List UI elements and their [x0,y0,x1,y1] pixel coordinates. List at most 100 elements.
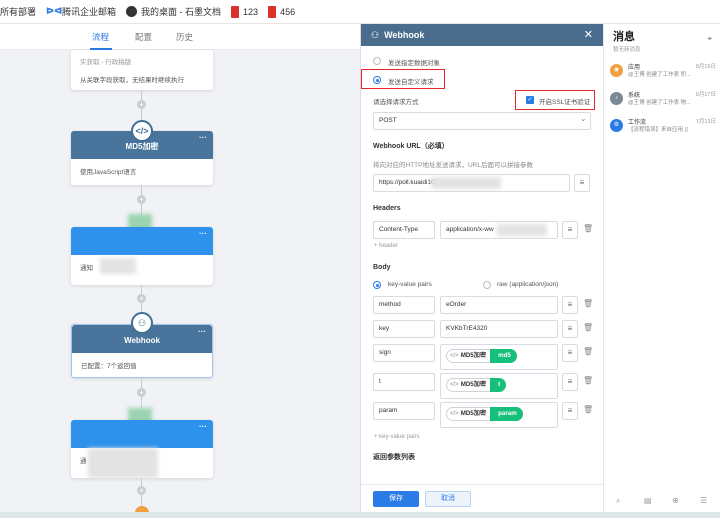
field-picker-button[interactable]: ≡ [562,296,578,314]
node-desc: 通知 [80,265,93,272]
message-time: 7月13日 [695,119,716,125]
headers-label: Headers [373,205,401,212]
radio-key-value-label: key-value pairs [388,281,432,288]
kv-value-input[interactable]: eOrder [440,296,558,314]
field-picker-button[interactable]: ≡ [574,174,590,192]
radio-custom-label: 发送自定义请求 [388,79,434,86]
kv-value-input[interactable]: </> MD5加密 md5 [440,344,558,370]
close-icon[interactable]: ✕ [584,28,593,41]
bookmark-tencent-mail[interactable]: ᐅᐊ 腾讯企业邮箱 [46,5,116,18]
tab-history[interactable]: 历史 [176,31,193,43]
field-picker-button[interactable]: ≡ [562,373,578,391]
trash-icon[interactable]: 🗑 [583,405,593,414]
radio-specific-object[interactable] [373,57,381,65]
message-time: 8月19日 [695,64,716,70]
webhook-drawer: ⚇ Webhook ✕ 发送指定数据对象 发送自定义请求 请选择请求方式 ✓ 开… [360,24,604,518]
add-node-button[interactable]: + [137,100,146,109]
message-item-workflow[interactable]: ⚙ 工作流 7月13日 【流程错误】来自应用 (( [610,117,718,145]
trash-icon[interactable]: 🗑 [583,299,593,308]
search-icon[interactable]: ⌕ [616,496,620,506]
kv-key: param [379,407,398,414]
bookmark-red-icon [268,5,277,18]
bookmark-label: 123 [243,6,259,17]
kv-key-input[interactable]: param [373,402,435,420]
trash-icon[interactable]: 🗑 [583,347,593,356]
workflow-node-get[interactable]: 实获取 - 行政稿版 从关联字段获取，无结果时继续执行 [71,50,213,90]
trash-icon[interactable]: 🗑 [583,376,593,385]
node-desc: 从关联字段获取，无结果时继续执行 [80,77,184,84]
field-tag[interactable]: </> MD5加密 t [446,378,507,392]
method-label: 请选择请求方式 [373,99,419,106]
body-label: Body [373,264,391,271]
node-more-button[interactable]: ··· [198,316,206,348]
bookmark-456[interactable]: 456 [268,5,296,18]
message-text: @王博 创建了工作表 物... [628,100,691,106]
code-icon: </> [450,353,459,359]
field-picker-button[interactable]: ≡ [562,402,578,420]
tencent-mail-icon: ᐅᐊ [46,6,63,16]
node-more-button[interactable]: ··· [199,411,207,443]
kv-key-input[interactable]: t [373,373,435,391]
radio-custom-request[interactable] [373,76,381,84]
drawer-title: Webhook [384,30,425,40]
tag-field-name: t [490,378,507,392]
contacts-icon[interactable]: ▤ [644,496,652,505]
kv-value-input[interactable]: KVKbTrE4320 [440,320,558,338]
message-item-system[interactable]: ♪ 系统 8月17日 @王博 创建了工作表 物... [610,90,718,118]
message-text: 【流程错误】来自应用 (( [628,127,689,133]
trash-icon[interactable]: 🗑 [583,323,593,332]
radio-specific-label: 发送指定数据对象 [388,60,440,67]
field-picker-button[interactable]: ≡ [562,320,578,338]
blurred-region [100,258,136,274]
bookmarks-bar: 所有部署 ᐅᐊ 腾讯企业邮箱 我的桌面 - 石墨文档 123 456 [0,0,720,24]
trash-icon[interactable]: 🗑 [583,224,593,233]
message-item-app[interactable]: ◉ 应用 8月19日 @王博 创建了工作表 积... [610,62,718,90]
menu-icon[interactable]: ☰ [700,496,707,505]
field-picker-button[interactable]: ≡ [562,221,578,239]
workflow-tabs: 流程 配置 历史 [0,24,360,50]
kv-key: t [379,378,381,385]
method-select[interactable]: POST [373,112,591,130]
bookmark-shimo[interactable]: 我的桌面 - 石墨文档 [126,5,221,18]
horizontal-scrollbar[interactable] [0,512,720,518]
save-button[interactable]: 保存 [373,491,419,507]
tab-config[interactable]: 配置 [135,31,152,43]
field-picker-button[interactable]: ≡ [562,344,578,362]
header-key-input[interactable]: Content-Type [373,221,435,239]
drawer-body[interactable]: 发送指定数据对象 发送自定义请求 请选择请求方式 ✓ 开启SSL证书验证 POS… [361,46,601,484]
add-node-button[interactable]: + [137,388,146,397]
field-tag[interactable]: </> MD5加密 param [446,407,523,421]
bookmark-label: 456 [280,6,296,17]
add-node-button[interactable]: + [137,294,146,303]
field-tag[interactable]: </> MD5加密 md5 [446,349,517,363]
header-key: Content-Type [379,226,419,233]
tag-field-name: param [490,407,523,421]
tag-node-name: MD5加密 [460,381,487,388]
kv-key-input[interactable]: key [373,320,435,338]
radio-raw-json[interactable] [483,281,491,289]
add-kv-link[interactable]: + key-value pairs [374,434,420,440]
workflow-node-notify[interactable]: ··· 通知 [71,227,213,285]
radio-key-value[interactable] [373,281,381,289]
kv-value-input[interactable]: </> MD5加密 param [440,402,558,428]
node-more-button[interactable]: ··· [199,218,207,250]
kv-key-input[interactable]: method [373,296,435,314]
pin-icon[interactable]: ⌖ [707,34,712,44]
add-header-link[interactable]: + header [374,243,398,249]
bookmark-red-icon [231,5,240,18]
code-icon: </> [450,411,459,417]
webhook-icon: ⚇ [131,312,153,334]
workflow-canvas[interactable]: 流程 配置 历史 实获取 - 行政稿版 从关联字段获取，无结果时继续执行 + <… [0,24,360,518]
cancel-button[interactable]: 取消 [425,491,471,507]
tab-flow[interactable]: 流程 [92,31,109,43]
bookmark-123[interactable]: 123 [231,5,259,18]
kv-value-input[interactable]: </> MD5加密 t [440,373,558,399]
header-value: application/x-ww [446,226,494,233]
add-icon[interactable]: ⊕ [672,496,679,505]
add-node-button[interactable]: + [137,195,146,204]
bookmark-all-deploy[interactable]: 所有部署 [0,5,36,18]
add-node-button[interactable]: + [137,486,146,495]
ssl-checkbox[interactable]: ✓ [526,96,534,104]
node-more-button[interactable]: ··· [199,122,207,154]
kv-key-input[interactable]: sign [373,344,435,362]
